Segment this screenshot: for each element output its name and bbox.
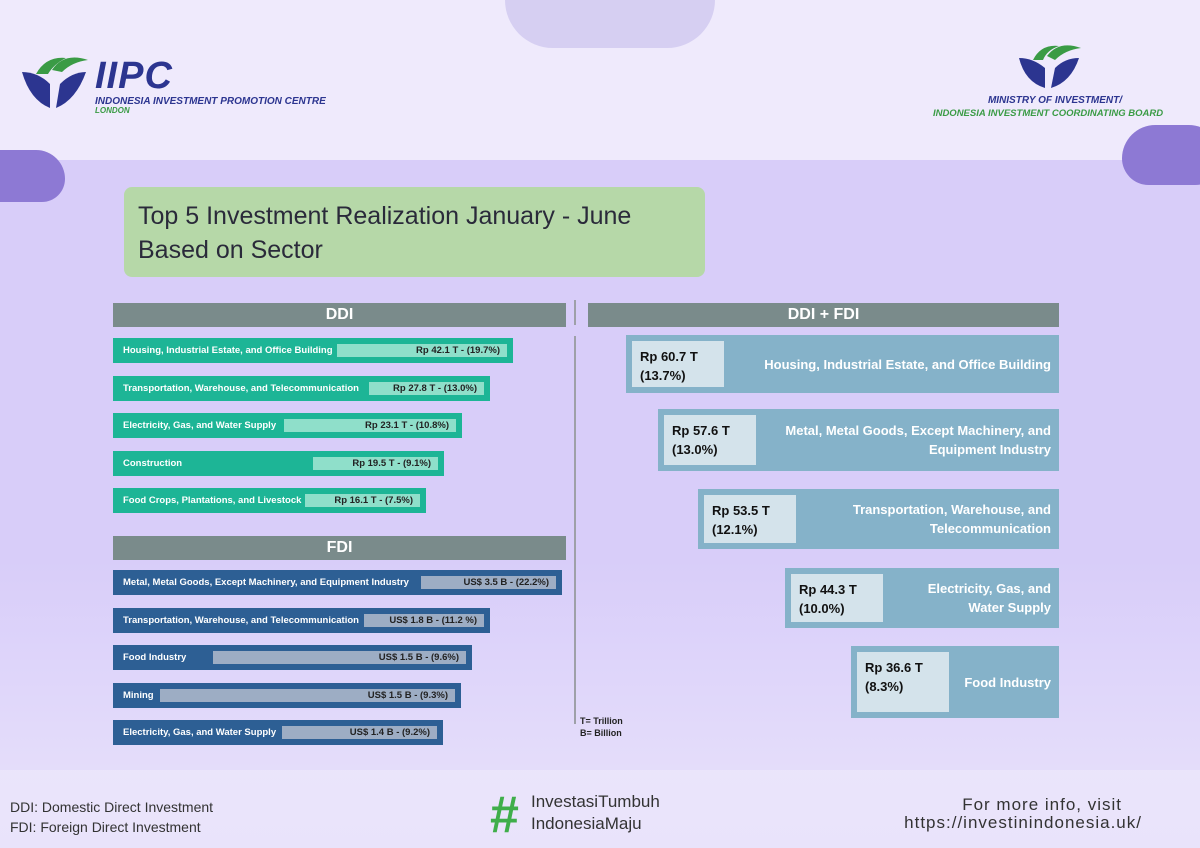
ddi-data-label: Rp 16.1 T - (7.5%) bbox=[334, 495, 413, 506]
combined-value-label: Rp 57.6 T bbox=[672, 423, 730, 438]
page-title-box: Top 5 Investment Realization January - J… bbox=[124, 187, 705, 277]
ministry-name-line1: MINISTRY OF INVESTMENT/ bbox=[987, 95, 1123, 106]
more-info-text: For more info, visit bbox=[962, 795, 1122, 814]
combined-category-label: Transportation, Warehouse, and Telecommu… bbox=[852, 502, 1051, 536]
left-cloud-decoration bbox=[0, 150, 65, 202]
combined-category-label: Housing, Industrial Estate, and Office B… bbox=[764, 356, 1051, 372]
fdi-category-label: Mining bbox=[123, 689, 154, 701]
column-divider bbox=[574, 336, 576, 724]
ministry-logo-icon bbox=[1019, 45, 1081, 88]
combined-category-label: Food Industry bbox=[964, 674, 1051, 690]
ddi-bar: Electricity, Gas, and Water Supply Rp 23.… bbox=[113, 413, 462, 438]
combined-bar: Rp 60.7 T (13.7%) Housing, Industrial Esta… bbox=[626, 335, 1059, 393]
ddi-bar: Transportation, Warehouse, and Telecommu… bbox=[113, 375, 490, 401]
more-info-url[interactable]: https://investinindonesia.uk/ bbox=[904, 813, 1142, 833]
combined-bar: Rp 57.6 T (13.0%) Metal, Metal Goods, Exce… bbox=[658, 409, 1059, 471]
fdi-category-label: Electricity, Gas, and Water Supply bbox=[123, 727, 277, 738]
fdi-category-label: Transportation, Warehouse, and Telecommu… bbox=[123, 614, 359, 626]
fdi-bar: Electricity, Gas, and Water Supply US$ 1.… bbox=[113, 720, 443, 745]
page-title: Top 5 Investment Realization January - J… bbox=[138, 202, 632, 264]
ddi-bar: Food Crops, Plantations, and Livestock Rp… bbox=[113, 488, 426, 513]
fdi-data-label: US$ 1.8 B - (11.2 %) bbox=[389, 614, 477, 626]
column-divider-top bbox=[574, 300, 576, 325]
combined-bar: Rp 53.5 T (12.1%) Transportation, Warehous… bbox=[698, 489, 1059, 549]
ddi-category-label: Transportation, Warehouse, and Telecommu… bbox=[123, 382, 359, 394]
ddi-data-label: Rp 27.8 T - (13.0%) bbox=[393, 382, 477, 394]
fdi-data-label: US$ 1.5 B - (9.6%) bbox=[378, 652, 459, 663]
combined-category-label: Metal, Metal Goods, Except Machinery, an… bbox=[785, 423, 1051, 457]
ddi-definition: DDI: Domestic Direct Investment bbox=[10, 799, 214, 815]
fdi-bar: Food Industry US$ 1.5 B - (9.6%) bbox=[113, 645, 472, 670]
combined-value-box: Rp 53.5 T (12.1%) bbox=[704, 495, 796, 543]
combined-value-box: Rp 44.3 T (10.0%) bbox=[791, 574, 883, 622]
fdi-data-label: US$ 1.4 B - (9.2%) bbox=[349, 727, 430, 738]
fdi-header: FDI bbox=[113, 536, 566, 560]
fdi-bar: Transportation, Warehouse, and Telecommu… bbox=[113, 607, 490, 633]
combined-share-label: (12.1%) bbox=[712, 522, 758, 537]
ministry-name-line2: INDONESIA INVESTMENT COORDINATING BOARD bbox=[932, 108, 1164, 119]
combined-value-box: Rp 57.6 T (13.0%) bbox=[664, 415, 756, 465]
ddi-category-label: Electricity, Gas, and Water Supply bbox=[123, 420, 277, 431]
ddi-data-label: Rp 42.1 T - (19.7%) bbox=[416, 345, 500, 356]
unit-note-trillion: T= Trillion bbox=[580, 716, 623, 726]
iipc-title: IIPC bbox=[95, 55, 173, 97]
fdi-definition: FDI: Foreign Direct Investment bbox=[10, 819, 201, 835]
combined-share-label: (10.0%) bbox=[799, 601, 845, 616]
combined-header: DDI + FDI bbox=[588, 303, 1059, 327]
fdi-bar: Metal, Metal Goods, Except Machinery, an… bbox=[113, 570, 562, 595]
fdi-category-label: Metal, Metal Goods, Except Machinery, an… bbox=[123, 577, 409, 588]
ddi-category-label: Food Crops, Plantations, and Livestock bbox=[123, 495, 302, 506]
combined-value-box: Rp 60.7 T (13.7%) bbox=[632, 341, 724, 387]
ddi-bar: Construction Rp 19.5 T - (9.1%) bbox=[113, 450, 444, 476]
hashtag-line2: IndonesiaMaju bbox=[531, 814, 642, 833]
top-cloud-decoration bbox=[505, 0, 715, 48]
combined-value-label: Rp 60.7 T bbox=[640, 349, 698, 364]
fdi-data-label: US$ 1.5 B - (9.3%) bbox=[367, 689, 448, 701]
hashtag-line1: InvestasiTumbuh bbox=[531, 792, 660, 811]
combined-value-label: Rp 53.5 T bbox=[712, 503, 770, 518]
iipc-logo-icon bbox=[22, 57, 88, 108]
unit-note-billion: B= Billion bbox=[580, 728, 622, 738]
combined-category-label: Electricity, Gas, and Water Supply bbox=[927, 581, 1051, 615]
combined-value-label: Rp 44.3 T bbox=[799, 582, 857, 597]
fdi-data-label: US$ 3.5 B - (22.2%) bbox=[463, 577, 549, 588]
combined-share-label: (13.0%) bbox=[672, 442, 718, 457]
combined-value-box: Rp 36.6 T (8.3%) bbox=[857, 652, 949, 712]
combined-share-label: (13.7%) bbox=[640, 368, 686, 383]
combined-bar: Rp 36.6 T (8.3%) Food Industry bbox=[851, 646, 1059, 718]
iipc-city: LONDON bbox=[95, 106, 130, 115]
hashtag-icon: # bbox=[490, 786, 519, 844]
right-cloud-decoration bbox=[1122, 125, 1200, 185]
ddi-category-label: Construction bbox=[123, 457, 183, 469]
ddi-data-label: Rp 19.5 T - (9.1%) bbox=[352, 457, 431, 469]
combined-value-label: Rp 36.6 T bbox=[865, 660, 923, 675]
fdi-category-label: Food Industry bbox=[123, 652, 187, 663]
combined-share-label: (8.3%) bbox=[865, 679, 904, 694]
combined-bar: Rp 44.3 T (10.0%) Electricity, Gas, and Wa… bbox=[785, 568, 1059, 628]
ddi-header: DDI bbox=[113, 303, 566, 327]
ddi-bar: Housing, Industrial Estate, and Office B… bbox=[113, 338, 513, 363]
fdi-bar: Mining US$ 1.5 B - (9.3%) bbox=[113, 682, 461, 708]
ddi-category-label: Housing, Industrial Estate, and Office B… bbox=[123, 345, 333, 356]
ddi-data-label: Rp 23.1 T - (10.8%) bbox=[365, 420, 449, 431]
